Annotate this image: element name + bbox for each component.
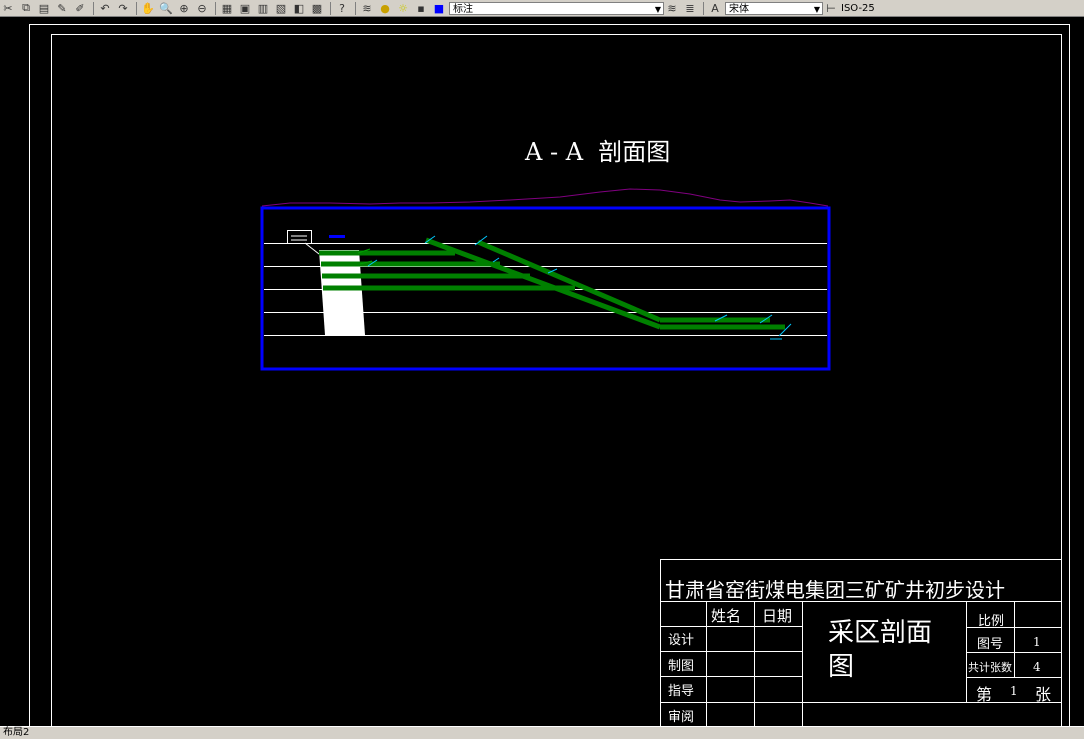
annotation-mark (492, 257, 500, 263)
lock-icon[interactable]: ▪ (413, 1, 429, 15)
layer-name: 标注 (453, 3, 473, 15)
layout-tab-bar: 布局2 (0, 726, 1084, 739)
toolbar-separator (330, 1, 331, 15)
drawing-no-label: 图号 (977, 637, 1004, 652)
sheet-prefix: 第 (976, 685, 993, 704)
zoom-window-icon[interactable]: ⊕ (176, 1, 192, 15)
drawing-no-value: 1 (1033, 635, 1041, 649)
help-icon[interactable]: ? (334, 1, 350, 15)
row-design-label: 设计 (668, 633, 695, 648)
copy-icon[interactable]: ⧉ (18, 1, 34, 15)
sun-icon[interactable]: ☼ (395, 1, 411, 15)
sheet-number: 1 (1010, 684, 1018, 698)
font-name: 宋体 (729, 3, 749, 15)
redo-icon[interactable]: ↷ (115, 1, 131, 15)
toolbar-separator (93, 1, 94, 15)
tool-palette-icon[interactable]: ▥ (255, 1, 271, 15)
zoom-previous-icon[interactable]: ⊖ (194, 1, 210, 15)
bulb-icon[interactable]: ● (377, 1, 393, 15)
design-center-icon[interactable]: ▣ (237, 1, 253, 15)
col-name-label: 姓名 (711, 607, 742, 625)
project-title: 甘肃省窑街煤电集团三矿矿井初步设计 (665, 578, 1005, 602)
scale-label: 比例 (978, 614, 1005, 629)
sheet-set-icon[interactable]: ▧ (273, 1, 289, 15)
blue-marker (329, 235, 345, 238)
chevron-down-icon: ▼ (654, 4, 661, 14)
font-select[interactable]: 宋体 ▼ (725, 1, 823, 15)
pan-icon[interactable]: ✋ (140, 1, 156, 15)
chevron-down-icon: ▼ (813, 4, 820, 14)
calculator-icon[interactable]: ▩ (309, 1, 325, 15)
dim-style-name[interactable]: ISO-25 (841, 3, 875, 14)
toolbar-separator (136, 1, 137, 15)
cut-icon[interactable]: ✂ (0, 1, 16, 15)
layer-previous-icon[interactable]: ≋ (664, 1, 680, 15)
layer-select[interactable]: 标注 ▼ (449, 1, 664, 15)
zoom-realtime-icon[interactable]: 🔍 (158, 1, 174, 15)
col-date-label: 日期 (762, 607, 793, 625)
undo-icon[interactable]: ↶ (97, 1, 113, 15)
leader-line (304, 242, 320, 255)
legend-box (287, 230, 312, 244)
row-review-label: 审阅 (668, 710, 695, 725)
toolbar-separator (703, 1, 704, 15)
drawing-name-line1: 采区剖面 (828, 618, 933, 648)
sheet-suffix: 张 (1035, 685, 1052, 704)
row-guide-label: 指导 (668, 684, 695, 699)
row-draw-label: 制图 (668, 659, 695, 674)
drawing-name-line2: 图 (828, 652, 855, 682)
total-sheets-label: 共计张数 (968, 661, 1012, 674)
layout-tab[interactable]: 布局2 (3, 727, 29, 739)
layer-color-icon[interactable]: ■ (431, 1, 447, 15)
markup-icon[interactable]: ◧ (291, 1, 307, 15)
text-style-icon[interactable]: A (707, 1, 723, 15)
dim-style-icon[interactable]: ⊢ (823, 1, 839, 15)
paste-icon[interactable]: ▤ (36, 1, 52, 15)
match-properties-icon[interactable]: ✎ (54, 1, 70, 15)
layer-manager-icon[interactable]: ≋ (359, 1, 375, 15)
inclined-seam-2 (477, 239, 661, 323)
cad-toolbar: ✂ ⧉ ▤ ✎ ✐ ↶ ↷ ✋ 🔍 ⊕ ⊖ ▦ ▣ ▥ ▧ ◧ ▩ ? ≋ ● … (0, 0, 1084, 17)
toolbar-separator (215, 1, 216, 15)
inclined-seam-1 (425, 237, 661, 330)
layer-states-icon[interactable]: ≣ (682, 1, 698, 15)
terrain-line (261, 188, 829, 207)
brush-icon[interactable]: ✐ (72, 1, 88, 15)
properties-icon[interactable]: ▦ (219, 1, 235, 15)
section-title: A - A 剖面图 (525, 138, 671, 166)
toolbar-separator (355, 1, 356, 15)
total-sheets-value: 4 (1033, 660, 1041, 674)
